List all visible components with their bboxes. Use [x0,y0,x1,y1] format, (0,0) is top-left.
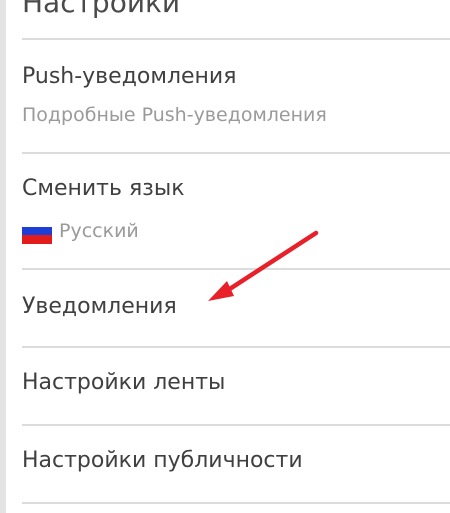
settings-item-language-title: Сменить язык [22,176,185,201]
russia-flag-icon [22,218,52,245]
current-language-label: Русский [59,220,139,242]
page-title: Настройки [22,0,181,19]
current-language: Русский [22,218,139,245]
divider [22,502,450,504]
settings-item-notifications[interactable]: Уведомления [22,270,450,346]
settings-item-publicity-title: Настройки публичности [22,448,303,473]
settings-item-notifications-title: Уведомления [22,294,177,319]
settings-screen: Настройки Push-уведомления Подробные Pus… [0,0,450,513]
settings-item-push[interactable]: Push-уведомления Подробные Push-уведомле… [22,40,450,152]
settings-item-feed-title: Настройки ленты [22,370,226,395]
settings-item-feed[interactable]: Настройки ленты [22,348,450,424]
left-edge-strip [0,0,6,513]
settings-item-language[interactable]: Сменить язык Русский [22,154,450,268]
settings-item-push-title: Push-уведомления [22,64,237,89]
settings-item-publicity[interactable]: Настройки публичности [22,426,450,502]
settings-item-push-subtitle: Подробные Push-уведомления [22,104,327,126]
